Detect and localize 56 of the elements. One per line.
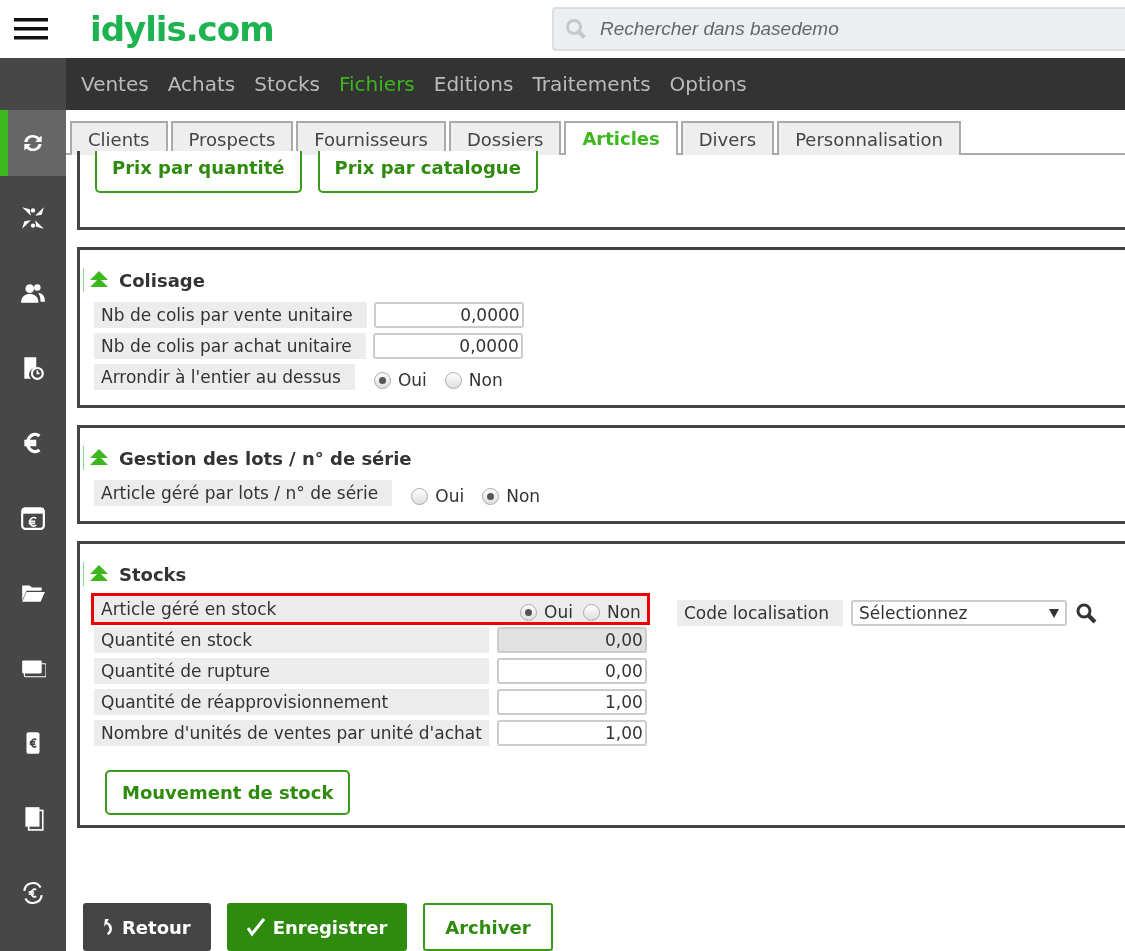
menu-item[interactable]: Ventes bbox=[81, 71, 163, 96]
sidebar-item[interactable] bbox=[0, 110, 66, 176]
menu-item[interactable]: Options bbox=[669, 71, 761, 96]
tab[interactable]: Clients bbox=[70, 120, 168, 155]
search-icon bbox=[565, 18, 587, 40]
stock-movement-button[interactable]: Mouvement de stock bbox=[105, 770, 351, 815]
number-field[interactable]: 0,0000 bbox=[372, 333, 523, 359]
field-label: Article géré par lots / n° de série bbox=[94, 480, 393, 506]
field-label: Code localisation bbox=[676, 600, 843, 626]
menu-icon[interactable] bbox=[14, 18, 48, 40]
number-field[interactable]: 0,0000 bbox=[373, 302, 524, 328]
field-label: Arrondir à l'entier au dessus bbox=[94, 364, 355, 390]
tab[interactable]: Dossiers bbox=[448, 120, 562, 155]
back-arrow-icon bbox=[103, 919, 114, 935]
dropdown-caret-icon bbox=[1049, 608, 1059, 618]
field-label: Nombre d'unités de ventes par unité d'achat bbox=[94, 720, 489, 746]
radio-option[interactable]: Oui bbox=[373, 370, 427, 390]
menu-item[interactable]: Stocks bbox=[254, 71, 334, 96]
save-button[interactable]: Enregistrer bbox=[226, 903, 408, 951]
price-button[interactable]: Prix par catalogue bbox=[317, 150, 538, 193]
tab[interactable]: Fournisseurs bbox=[296, 120, 446, 155]
field-label: Nb de colis par achat unitaire bbox=[94, 333, 366, 359]
search-icon[interactable] bbox=[1075, 602, 1097, 624]
tab[interactable]: Personnalisation bbox=[777, 120, 961, 155]
search-field[interactable]: Rechercher dans basedemo bbox=[552, 7, 1125, 51]
archive-button[interactable]: Archiver bbox=[423, 903, 553, 951]
number-field[interactable]: 0,00 bbox=[496, 658, 647, 684]
radio-option[interactable]: Oui bbox=[411, 486, 465, 506]
section-title: Colisage bbox=[119, 269, 205, 291]
back-button[interactable]: Retour bbox=[83, 903, 211, 951]
field-label: Quantité en stock bbox=[94, 627, 489, 653]
section-title: Gestion des lots / n° de série bbox=[119, 447, 412, 469]
tab[interactable]: Divers bbox=[680, 120, 775, 155]
field-label: Quantité de réapprovisionnement bbox=[94, 689, 489, 715]
price-button[interactable]: Prix par quantité bbox=[95, 150, 302, 193]
radio-option[interactable]: Non bbox=[482, 486, 541, 506]
radio-option[interactable]: Oui bbox=[520, 602, 573, 622]
field-label: Quantité de rupture bbox=[94, 658, 489, 684]
number-field[interactable]: 1,00 bbox=[496, 720, 647, 746]
radio-option[interactable]: Non bbox=[444, 370, 503, 390]
euro-cycle-icon bbox=[20, 880, 46, 906]
menu-item[interactable]: Achats bbox=[167, 71, 250, 96]
calendar-euro-icon bbox=[20, 505, 46, 531]
collapse-arrow-icon[interactable] bbox=[89, 565, 109, 583]
collapse-arrow-icon[interactable] bbox=[89, 449, 109, 467]
menu-item[interactable]: Traitements bbox=[532, 71, 665, 96]
select-field[interactable]: Sélectionnez bbox=[851, 600, 1067, 626]
menu-item[interactable]: Fichiers bbox=[339, 71, 429, 96]
menu-item[interactable]: Editions bbox=[433, 71, 528, 96]
field-label: Nb de colis par vente unitaire bbox=[94, 302, 367, 328]
collapse-arrow-icon[interactable] bbox=[89, 271, 109, 289]
number-field[interactable]: 1,00 bbox=[496, 689, 647, 715]
radio-option[interactable]: Non bbox=[583, 602, 641, 622]
arrows-inward-icon bbox=[20, 205, 46, 231]
section-title: Stocks bbox=[119, 563, 187, 585]
check-icon bbox=[246, 917, 265, 937]
